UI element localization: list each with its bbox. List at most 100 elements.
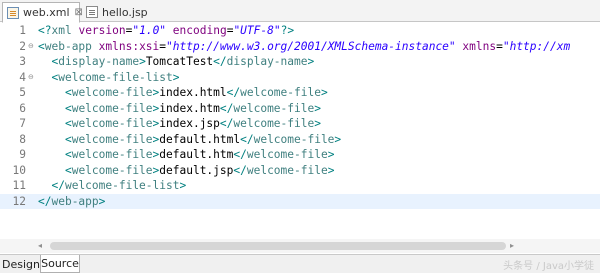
code-token: welcome-file — [253, 132, 335, 146]
line-number: 5 — [19, 86, 26, 99]
code-token: < — [64, 163, 72, 177]
code-token: ?> — [280, 24, 295, 37]
code-token: welcome-file — [71, 117, 153, 130]
code-token: "UTF-8" — [233, 24, 281, 37]
code-token: > — [334, 132, 342, 146]
code-token: web-app — [51, 194, 99, 208]
code-token: > — [139, 55, 146, 68]
code-token: > — [320, 86, 328, 99]
code-token: welcome-file — [246, 148, 328, 161]
code-token: display-name — [58, 55, 140, 68]
horizontal-scrollbar[interactable]: ◂ ▸ — [0, 239, 600, 253]
code-text: <welcome-file>default.htm</welcome-file> — [38, 147, 334, 163]
code-token: default.jsp — [159, 163, 234, 177]
code-token: xmlns:xsi — [98, 39, 160, 53]
code-token: </ — [233, 148, 247, 161]
scrollbar-thumb[interactable] — [50, 242, 506, 250]
code-text: <welcome-file>index.html</welcome-file> — [38, 85, 328, 101]
code-token: welcome-file — [71, 101, 153, 115]
code-line[interactable]: 9 <welcome-file>default.htm</welcome-fil… — [0, 147, 600, 163]
code-text: <display-name>TomcatTest</display-name> — [38, 54, 314, 70]
code-token: "1.0" — [132, 24, 167, 37]
code-token: encoding — [172, 24, 227, 37]
tab-design[interactable]: Design — [2, 255, 40, 273]
code-token: > — [314, 101, 321, 115]
code-token: < — [64, 117, 72, 130]
xml-file-icon — [7, 6, 19, 19]
code-line[interactable]: 10 <welcome-file>default.jsp</welcome-fi… — [0, 163, 600, 179]
code-token: welcome-file-list — [58, 70, 173, 84]
code-token: "http://xm — [502, 39, 571, 53]
code-token: > — [327, 163, 335, 177]
code-token: index.htm — [159, 101, 220, 115]
code-line[interactable]: 6 <welcome-file>index.htm</welcome-file> — [0, 101, 600, 117]
code-token: </ — [219, 117, 234, 130]
code-token: > — [98, 194, 106, 208]
code-token: < — [64, 148, 72, 161]
code-text: <?xml version="1.0" encoding="UTF-8"?> — [38, 23, 294, 39]
tab-source[interactable]: Source — [40, 255, 80, 273]
scroll-left-icon[interactable]: ◂ — [38, 241, 42, 250]
code-text: <welcome-file-list> — [38, 70, 180, 86]
code-token: version — [78, 24, 126, 37]
tab-web-xml[interactable]: web.xml ⊠ — [2, 2, 83, 23]
line-number: 10 — [12, 163, 26, 177]
code-text: <welcome-file>default.html</welcome-file… — [38, 132, 341, 148]
line-number: 8 — [19, 132, 26, 146]
line-number: 7 — [19, 117, 26, 130]
code-line[interactable]: 7 <welcome-file>index.jsp</welcome-file> — [0, 116, 600, 132]
line-number: 3 — [19, 55, 26, 68]
jsp-file-icon — [86, 6, 98, 18]
code-line[interactable]: 11 </welcome-file-list> — [0, 178, 600, 194]
editor-mode-tabs: Design Source 头条号 / Java小学徒 — [0, 254, 600, 273]
fold-toggle-icon[interactable]: ⊖ — [28, 39, 34, 55]
code-token: <? — [38, 24, 52, 37]
code-line[interactable]: 8 <welcome-file>default.html</welcome-fi… — [0, 132, 600, 148]
code-token: welcome-file — [71, 86, 153, 99]
code-token: > — [172, 70, 180, 84]
code-line[interactable]: 1 <?xml version="1.0" encoding="UTF-8"?> — [0, 23, 600, 39]
code-token: welcome-file-list — [64, 179, 180, 192]
code-token: > — [327, 148, 335, 161]
code-token: > — [307, 55, 315, 68]
watermark-text: 头条号 / Java小学徒 — [503, 261, 594, 272]
code-token: < — [64, 86, 72, 99]
line-number: 12 — [12, 194, 26, 208]
code-token: index.html — [159, 86, 227, 99]
code-line[interactable]: 4 ⊖ <welcome-file-list> — [0, 70, 600, 86]
code-token: xmlns — [462, 39, 497, 53]
code-line[interactable]: 2 ⊖ <web-app xmlns:xsi="http://www.w3.org/… — [0, 39, 600, 55]
code-token: web-app — [44, 39, 92, 53]
code-text: </welcome-file-list> — [38, 178, 186, 194]
source-editor[interactable]: 1 <?xml version="1.0" encoding="UTF-8"?> 2… — [0, 23, 600, 237]
code-text: <web-app xmlns:xsi = "http://www.w3.org/20… — [38, 39, 570, 55]
code-line[interactable]: 5 <welcome-file>index.html</welcome-file… — [0, 85, 600, 101]
code-token: TomcatTest — [145, 55, 214, 68]
code-text: <welcome-file>index.jsp</welcome-file> — [38, 116, 321, 132]
code-token: welcome-file — [71, 132, 153, 146]
tab-label: hello.jsp — [102, 5, 148, 19]
code-token: > — [179, 179, 187, 192]
code-token: welcome-file — [233, 101, 315, 115]
code-token: xml — [51, 24, 72, 37]
code-token: = — [496, 39, 503, 53]
code-line[interactable]: 12 </web-app> — [0, 193, 600, 209]
editor-tab-bar: web.xml ⊠ hello.jsp — [0, 0, 600, 23]
line-number: 1 — [19, 24, 26, 37]
fold-toggle-icon[interactable]: ⊖ — [28, 70, 34, 86]
code-text: <welcome-file>index.htm</welcome-file> — [38, 101, 321, 117]
code-token: </ — [233, 163, 247, 177]
code-token: welcome-file — [246, 163, 328, 177]
code-line[interactable]: 3 <display-name>TomcatTest</display-name… — [0, 54, 600, 70]
line-number: 9 — [19, 148, 26, 161]
scroll-right-icon[interactable]: ▸ — [510, 241, 514, 250]
tab-hello-jsp[interactable]: hello.jsp — [82, 2, 152, 22]
